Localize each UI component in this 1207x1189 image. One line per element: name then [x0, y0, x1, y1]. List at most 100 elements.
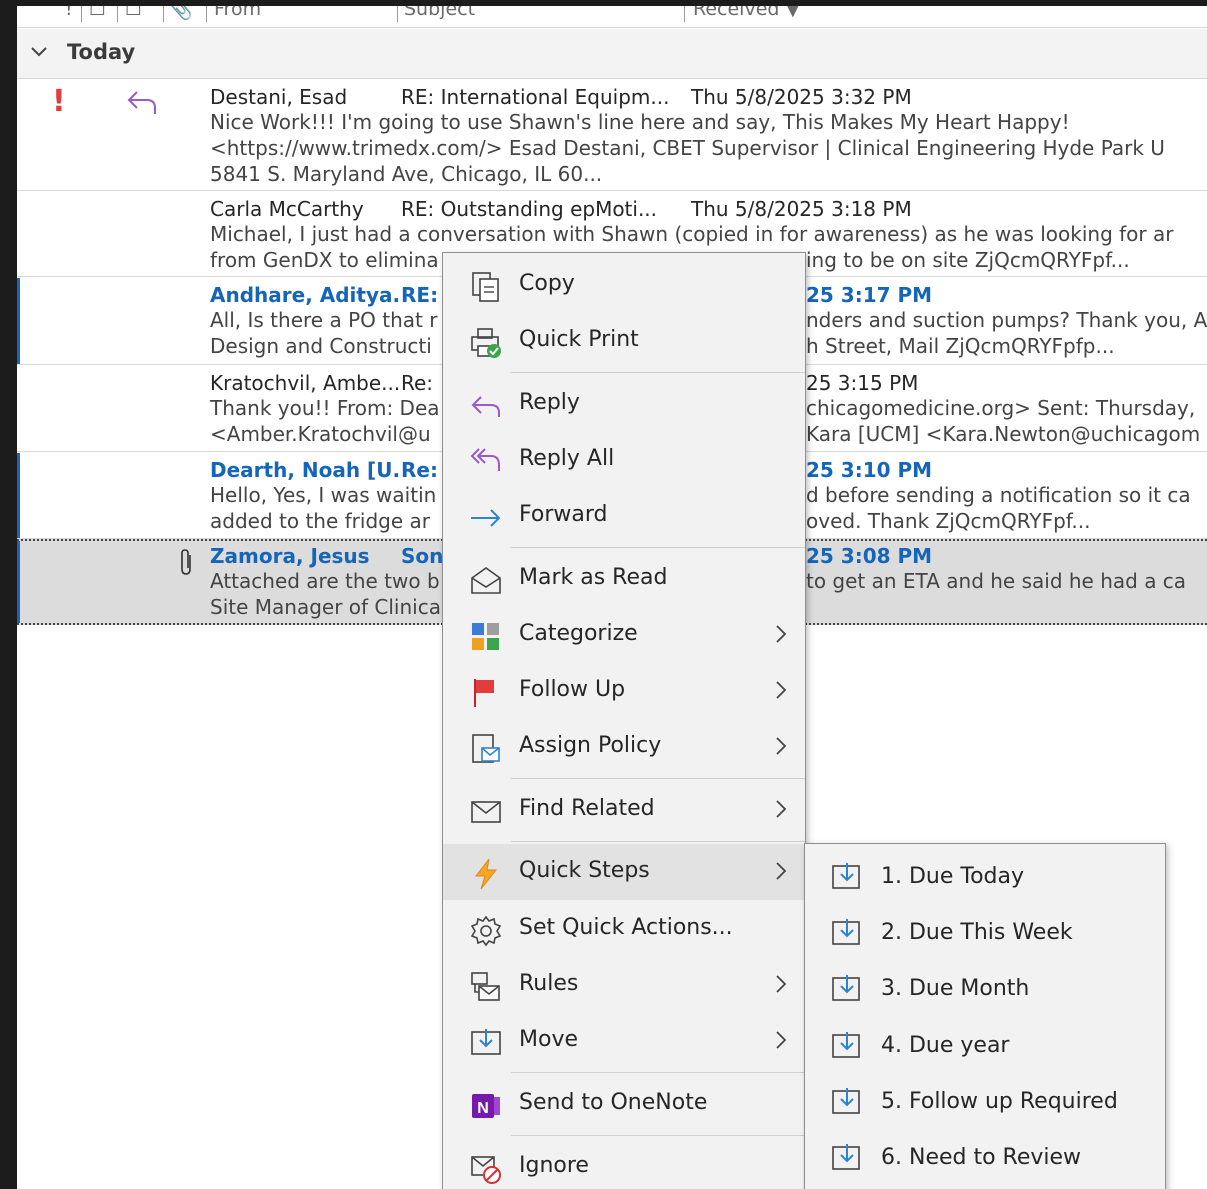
message-preview-line: Design and Constructi: [210, 334, 432, 358]
message-preview-line: Michael, I just had a conversation with …: [210, 222, 1174, 246]
menu-item-label: Send to OneNote: [519, 1090, 708, 1115]
message-preview-line: chicagomedicine.org> Sent: Thursday,: [806, 396, 1196, 420]
move-to-folder-icon: [832, 1088, 860, 1114]
message-preview-line: <https://www.trimedx.com/> Esad Destani,…: [210, 136, 1165, 160]
message-header-line: Carla McCarthy RE: Outstanding epMoti... T…: [210, 196, 912, 222]
message-preview-line: All, Is there a PO that r: [210, 308, 438, 332]
importance-high-icon: !: [52, 84, 66, 119]
message-row[interactable]: ! Destani, Esad RE: International Equipm.…: [17, 80, 1207, 191]
message-preview-line: Site Manager of Clinica: [210, 595, 441, 619]
message-preview-line: Kara [UCM] <Kara.Newton@uchicagom: [806, 422, 1201, 446]
message-preview-line: <Amber.Kratochvil@u: [210, 422, 431, 446]
message-preview-line: Nice Work!!! I'm going to use Shawn's li…: [210, 110, 1070, 134]
menu-separator: [511, 372, 805, 373]
chevron-right-icon: [776, 862, 787, 880]
column-from[interactable]: From: [214, 6, 261, 20]
chevron-right-icon: [776, 681, 787, 699]
group-header-today[interactable]: Today: [17, 29, 1207, 79]
menu-item-label: Rules: [519, 971, 579, 996]
message-preview-line: ing to be on site ZjQcmQRYFpf...: [806, 248, 1130, 272]
menu-separator: [511, 1135, 805, 1136]
menu-item-label: Assign Policy: [519, 733, 662, 758]
unread-accent-bar: [17, 453, 20, 538]
policy-icon: [472, 734, 500, 763]
menu-separator: [511, 841, 805, 842]
move-to-folder-icon: [832, 1032, 860, 1058]
column-separator: [206, 6, 207, 22]
menu-item-send-to-onenote[interactable]: N Send to OneNote: [443, 1076, 805, 1132]
quick-step-item[interactable]: 6. Need to Review: [805, 1129, 1165, 1185]
menu-separator: [511, 547, 805, 548]
menu-item-rules[interactable]: Rules: [443, 957, 805, 1013]
attachment-column-icon[interactable]: 📎: [169, 6, 193, 21]
quick-step-label: 1. Due Today: [881, 864, 1025, 889]
menu-separator: [511, 1072, 805, 1073]
quick-print-icon: [471, 328, 501, 358]
importance-column-icon[interactable]: !: [65, 6, 73, 20]
menu-item-reply[interactable]: Reply: [443, 376, 805, 432]
column-received[interactable]: Received ▼: [693, 6, 800, 20]
menu-item-label: Quick Print: [519, 327, 639, 352]
menu-item-label: Copy: [519, 271, 575, 296]
menu-item-label: Reply All: [519, 446, 615, 471]
quick-step-item[interactable]: 1. Due Today: [805, 848, 1165, 904]
message-subject: RE: Outstanding epMoti...: [401, 197, 658, 221]
reply-all-icon: [470, 448, 500, 471]
column-subject[interactable]: Subject: [404, 6, 475, 20]
quick-step-item[interactable]: 5. Follow up Required: [805, 1073, 1165, 1129]
menu-item-move[interactable]: Move: [443, 1013, 805, 1069]
quick-step-item[interactable]: 4. Due year: [805, 1017, 1165, 1073]
message-received: 25 3:08 PM: [806, 544, 933, 568]
menu-item-label: Ignore: [519, 1153, 589, 1178]
lightning-icon: [474, 858, 498, 890]
message-preview-line: nders and suction pumps? Thank you, A: [806, 308, 1207, 332]
message-preview-line: added to the fridge ar: [210, 509, 430, 533]
menu-item-label: Follow Up: [519, 677, 626, 702]
menu-item-label: Quick Steps: [519, 858, 650, 883]
menu-item-label: Find Related: [519, 796, 655, 821]
rules-icon: [471, 972, 500, 1001]
menu-item-follow-up[interactable]: Follow Up: [443, 663, 805, 719]
message-preview-line: h Street, Mail ZjQcmQRYFpfp...: [806, 334, 1115, 358]
menu-item-mark-as-read[interactable]: Mark as Read: [443, 551, 805, 607]
reminder-column-icon[interactable]: ☐: [89, 6, 106, 20]
message-received: Thu 5/8/2025 3:18 PM: [691, 197, 912, 221]
message-preview-line: from GenDX to elimina: [210, 248, 439, 272]
message-from: Destani, Esad: [210, 85, 348, 109]
message-received: Thu 5/8/2025 3:32 PM: [691, 85, 912, 109]
column-separator: [117, 6, 118, 22]
menu-item-label: Forward: [519, 502, 608, 527]
gear-icon: [470, 915, 502, 947]
move-to-folder-icon: [832, 919, 860, 945]
menu-item-categorize[interactable]: Categorize: [443, 607, 805, 663]
group-label: Today: [67, 40, 136, 64]
menu-item-reply-all[interactable]: Reply All: [443, 432, 805, 488]
menu-item-forward[interactable]: Forward: [443, 488, 805, 544]
menu-item-set-quick-actions[interactable]: Set Quick Actions...: [443, 901, 805, 957]
chevron-down-icon[interactable]: [29, 41, 49, 61]
categorize-icon: [472, 623, 499, 650]
quick-step-label: 2. Due This Week: [881, 920, 1073, 945]
quick-step-item[interactable]: 2. Due This Week: [805, 904, 1165, 960]
move-to-folder-icon: [832, 975, 860, 1001]
menu-item-quick-steps[interactable]: Quick Steps: [443, 844, 805, 900]
ignore-icon: [471, 1156, 501, 1184]
column-received-label: Received: [693, 6, 780, 20]
chevron-right-icon: [776, 800, 787, 818]
menu-item-copy[interactable]: Copy: [443, 257, 805, 313]
svg-text:N: N: [477, 1100, 489, 1117]
quick-step-label: 3. Due Month: [881, 976, 1030, 1001]
menu-item-label: Reply: [519, 390, 580, 415]
quick-step-label: 4. Due year: [881, 1033, 1010, 1058]
quick-steps-submenu: 1. Due Today 2. Due This Week 3. Due Mon…: [804, 843, 1166, 1189]
menu-item-find-related[interactable]: Find Related: [443, 782, 805, 838]
find-related-icon: [471, 801, 501, 823]
menu-item-ignore[interactable]: Ignore: [443, 1139, 805, 1189]
menu-item-assign-policy[interactable]: Assign Policy: [443, 719, 805, 775]
unread-accent-bar: [17, 278, 20, 364]
message-preview-line: Hello, Yes, I was waitin: [210, 483, 437, 507]
menu-item-quick-print[interactable]: Quick Print: [443, 313, 805, 369]
icon-column-icon[interactable]: ☐: [125, 6, 142, 20]
reply-arrow-icon: [127, 91, 156, 114]
quick-step-item[interactable]: 3. Due Month: [805, 960, 1165, 1016]
